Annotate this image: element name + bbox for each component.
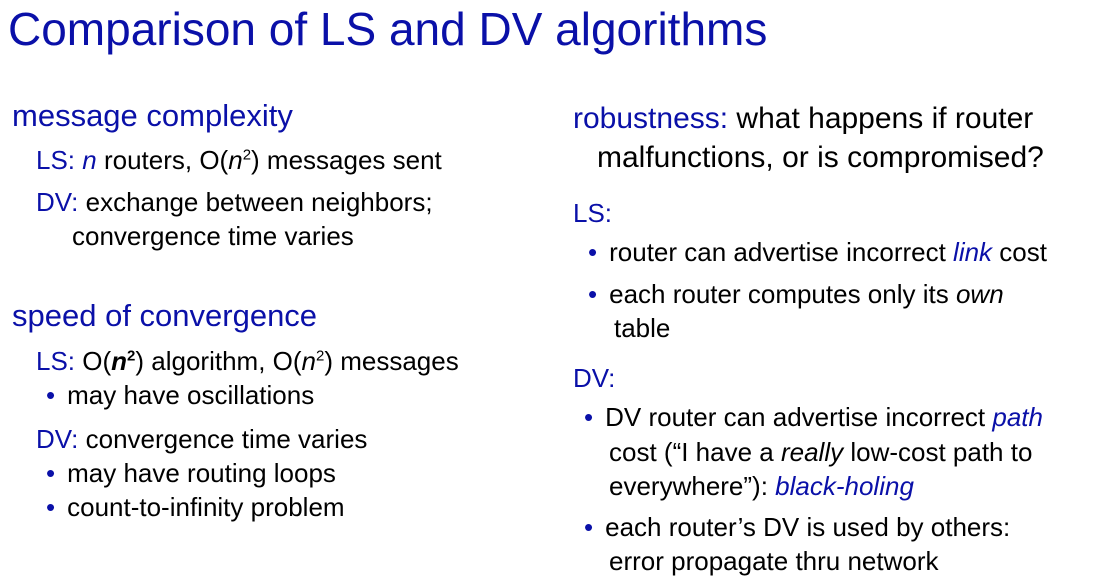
list-item: • DV router can advertise incorrect path [584,402,1043,433]
bullet-text: everywhere”): [609,471,776,501]
dv-label: DV: [36,424,79,454]
speed-ls-c: ) messages [324,346,459,376]
mc-ls-line: LS: n routers, O(n2) messages sent [36,145,442,176]
speed-ls-b: ) algorithm, O( [135,346,302,376]
list-item: • may have routing loops [46,458,336,489]
speed-ls-a: O( [75,346,112,376]
list-item: • each router’s DV is used by others: [584,512,1010,543]
emphasis: black-holing [775,471,914,501]
bullet-icon: • [46,380,56,410]
mc-dv-text: exchange between neighbors; [78,187,433,217]
list-item: • each router computes only its own [588,279,1004,310]
bullet-text: may have routing loops [67,458,336,488]
bullet-icon: • [584,402,594,432]
bullet-text: each router’s DV is used by others: [605,512,1011,542]
ls-label: LS: [36,145,76,175]
bullet-continuation: everywhere”): black-holing [609,471,914,502]
bullet-icon: • [588,279,598,309]
bullet-icon: • [584,512,594,542]
bullet-icon: • [46,492,56,522]
bullet-text: cost [992,237,1047,267]
emphasis: own [955,279,1004,309]
bullet-icon: • [46,458,56,488]
list-item: • may have oscillations [46,380,314,411]
bullet-text: each router computes only its [609,279,956,309]
bullet-icon: • [588,237,598,267]
slide-title: Comparison of LS and DV algorithms [8,3,768,55]
bullet-text: cost (“I have a [609,437,781,467]
ls-label: LS: [36,346,76,376]
bullet-text: may have oscillations [67,380,315,410]
mc-ls-text2: ) messages sent [251,145,442,175]
bullet-text: count-to-infinity problem [67,492,345,522]
robustness-line-2: malfunctions, or is compromised? [597,141,1044,174]
bullet-continuation: error propagate thru network [609,546,939,576]
emphasis: link [953,237,993,267]
dv-label: DV: [36,187,79,217]
bullet-text: low-cost path to [843,437,1033,467]
n-var: n [228,145,243,175]
speed-heading: speed of convergence [12,298,318,333]
bullet-continuation: cost (“I have a really low-cost path to [609,437,1032,468]
n-var: n [111,346,128,376]
bullet-text: DV router can advertise incorrect [605,402,993,432]
robustness-line-1: robustness: what happens if router [573,102,1033,136]
speed-ls-line: LS: O(n2) algorithm, O(n2) messages [36,346,459,377]
bullet-text: router can advertise incorrect [609,237,954,267]
speed-dv-text: convergence time varies [78,424,368,454]
list-item: • count-to-infinity problem [46,492,345,523]
robustness-question: what happens if router [728,102,1034,135]
speed-dv-line: DV: convergence time varies [36,424,367,455]
bullet-continuation: table [614,313,671,343]
robust-dv-label: DV: [573,363,616,393]
emphasis: path [992,402,1043,432]
robust-ls-label: LS: [573,198,613,228]
mc-dv-cont: convergence time varies [72,221,354,251]
exponent: 2 [242,146,252,164]
list-item: • router can advertise incorrect link cos… [588,237,1047,268]
robustness-heading: robustness: [573,102,729,135]
emphasis: really [780,437,844,467]
mc-dv-line: DV: exchange between neighbors; [36,187,433,218]
n-var: n [82,145,97,175]
mc-ls-text: routers, O( [96,145,229,175]
n-var: n [301,346,316,376]
message-complexity-heading: message complexity [12,98,293,133]
